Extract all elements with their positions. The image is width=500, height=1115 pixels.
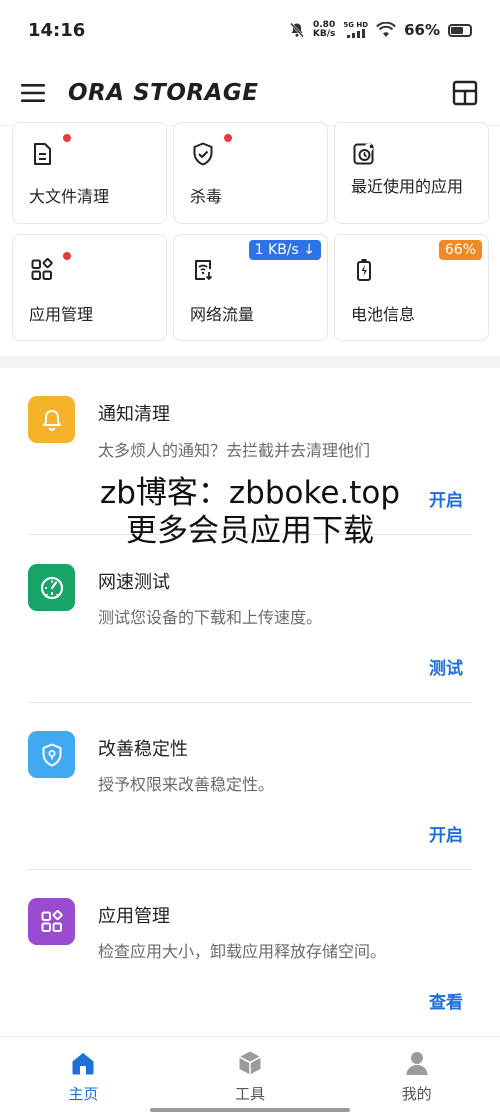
- notification-dot: [63, 134, 71, 142]
- battery-percent: 66%: [404, 21, 440, 39]
- nav-tools[interactable]: 工具: [167, 1037, 334, 1115]
- battery-charging-icon: [357, 259, 371, 281]
- section-divider: [0, 356, 500, 368]
- signal-group: 5G HD: [343, 22, 368, 38]
- recent-clock-icon: [353, 143, 374, 165]
- mute-bell-icon: [289, 22, 304, 38]
- view-button[interactable]: 查看: [429, 988, 463, 1013]
- card-description: 太多烦人的通知？去拦截并去清理他们: [98, 441, 371, 460]
- card-description: 授予权限来改善稳定性。: [98, 775, 275, 794]
- tile-large-file-cleanup[interactable]: 大文件清理: [12, 122, 167, 224]
- status-bar: 14:16 0.80 KB/s 5G HD 66%: [0, 0, 500, 60]
- net-speed-readout: 0.80 KB/s: [313, 21, 335, 39]
- nav-profile[interactable]: 我的: [333, 1037, 500, 1115]
- app-bar: ORA STORAGE: [0, 60, 500, 126]
- menu-icon[interactable]: [20, 79, 48, 107]
- status-time: 14:16: [28, 19, 86, 41]
- app-title: ORA STORAGE: [68, 79, 259, 106]
- card-title: 网速测试: [98, 572, 170, 593]
- tile-label: 最近使用的应用: [351, 177, 464, 196]
- speedometer-icon: [28, 564, 75, 611]
- home-icon: [72, 1053, 94, 1075]
- layout-icon[interactable]: [450, 78, 480, 108]
- notification-dot: [63, 252, 71, 260]
- watermark-line-1: zb博客：zbboke.top: [99, 475, 401, 511]
- card-title: 应用管理: [98, 906, 170, 927]
- network-speed-badge: 1 KB/s ↓: [248, 240, 321, 260]
- battery-badge: 66%: [438, 240, 482, 260]
- shield-location-icon: [28, 731, 75, 778]
- battery-icon: [448, 23, 472, 37]
- notification-dot: [224, 134, 232, 142]
- signal-tag: 5G HD: [343, 21, 369, 29]
- tile-app-management[interactable]: 应用管理: [12, 234, 167, 341]
- nav-label-profile: 我的: [401, 1085, 432, 1103]
- tile-label: 网络流量: [190, 305, 255, 324]
- nav-label-home: 主页: [68, 1085, 99, 1103]
- shield-check-icon: [193, 142, 213, 166]
- tile-recent-apps[interactable]: 最近使用的应用: [334, 122, 489, 224]
- status-icons: 0.80 KB/s 5G HD 66%: [289, 21, 472, 39]
- app-management-card: 应用管理 检查应用大小，卸载应用释放存储空间。 查看: [0, 870, 500, 1036]
- apps-grid-icon: [28, 898, 75, 945]
- tile-battery-info[interactable]: 66% 电池信息: [334, 234, 489, 341]
- card-title: 通知清理: [98, 404, 170, 425]
- tile-label: 大文件清理: [29, 187, 110, 206]
- signal-bars-icon: [346, 29, 365, 38]
- speed-test-card: 网速测试 测试您设备的下载和上传速度。 测试: [0, 536, 500, 703]
- tile-label: 杀毒: [190, 187, 223, 206]
- test-button[interactable]: 测试: [429, 654, 463, 679]
- bottom-nav: 主页 工具 我的: [0, 1036, 500, 1115]
- nav-home[interactable]: 主页: [0, 1037, 167, 1115]
- enable-button[interactable]: 开启: [429, 821, 463, 846]
- net-speed-unit: KB/s: [312, 29, 336, 39]
- network-traffic-icon: [195, 260, 213, 281]
- card-title: 改善稳定性: [98, 739, 188, 760]
- home-indicator: [150, 1108, 350, 1112]
- person-icon: [406, 1052, 428, 1075]
- apps-grid-icon: [31, 258, 53, 280]
- bell-icon: [28, 396, 75, 443]
- wifi-icon: [376, 22, 397, 37]
- watermark-line-2: 更多会员应用下载: [126, 513, 374, 549]
- watermark: zb博客：zbboke.top 更多会员应用下载: [0, 474, 500, 550]
- tile-network-traffic[interactable]: 1 KB/s ↓ 网络流量: [173, 234, 328, 341]
- tile-label: 电池信息: [351, 305, 416, 324]
- tile-label: 应用管理: [29, 305, 94, 324]
- tile-antivirus[interactable]: 杀毒: [173, 122, 328, 224]
- card-description: 测试您设备的下载和上传速度。: [98, 608, 323, 627]
- stability-card: 改善稳定性 授予权限来改善稳定性。 开启: [0, 703, 500, 870]
- card-description: 检查应用大小，卸载应用释放存储空间。: [98, 942, 387, 961]
- nav-label-tools: 工具: [235, 1085, 266, 1103]
- file-document-icon: [34, 143, 51, 165]
- toolbox-cube-icon: [239, 1051, 261, 1075]
